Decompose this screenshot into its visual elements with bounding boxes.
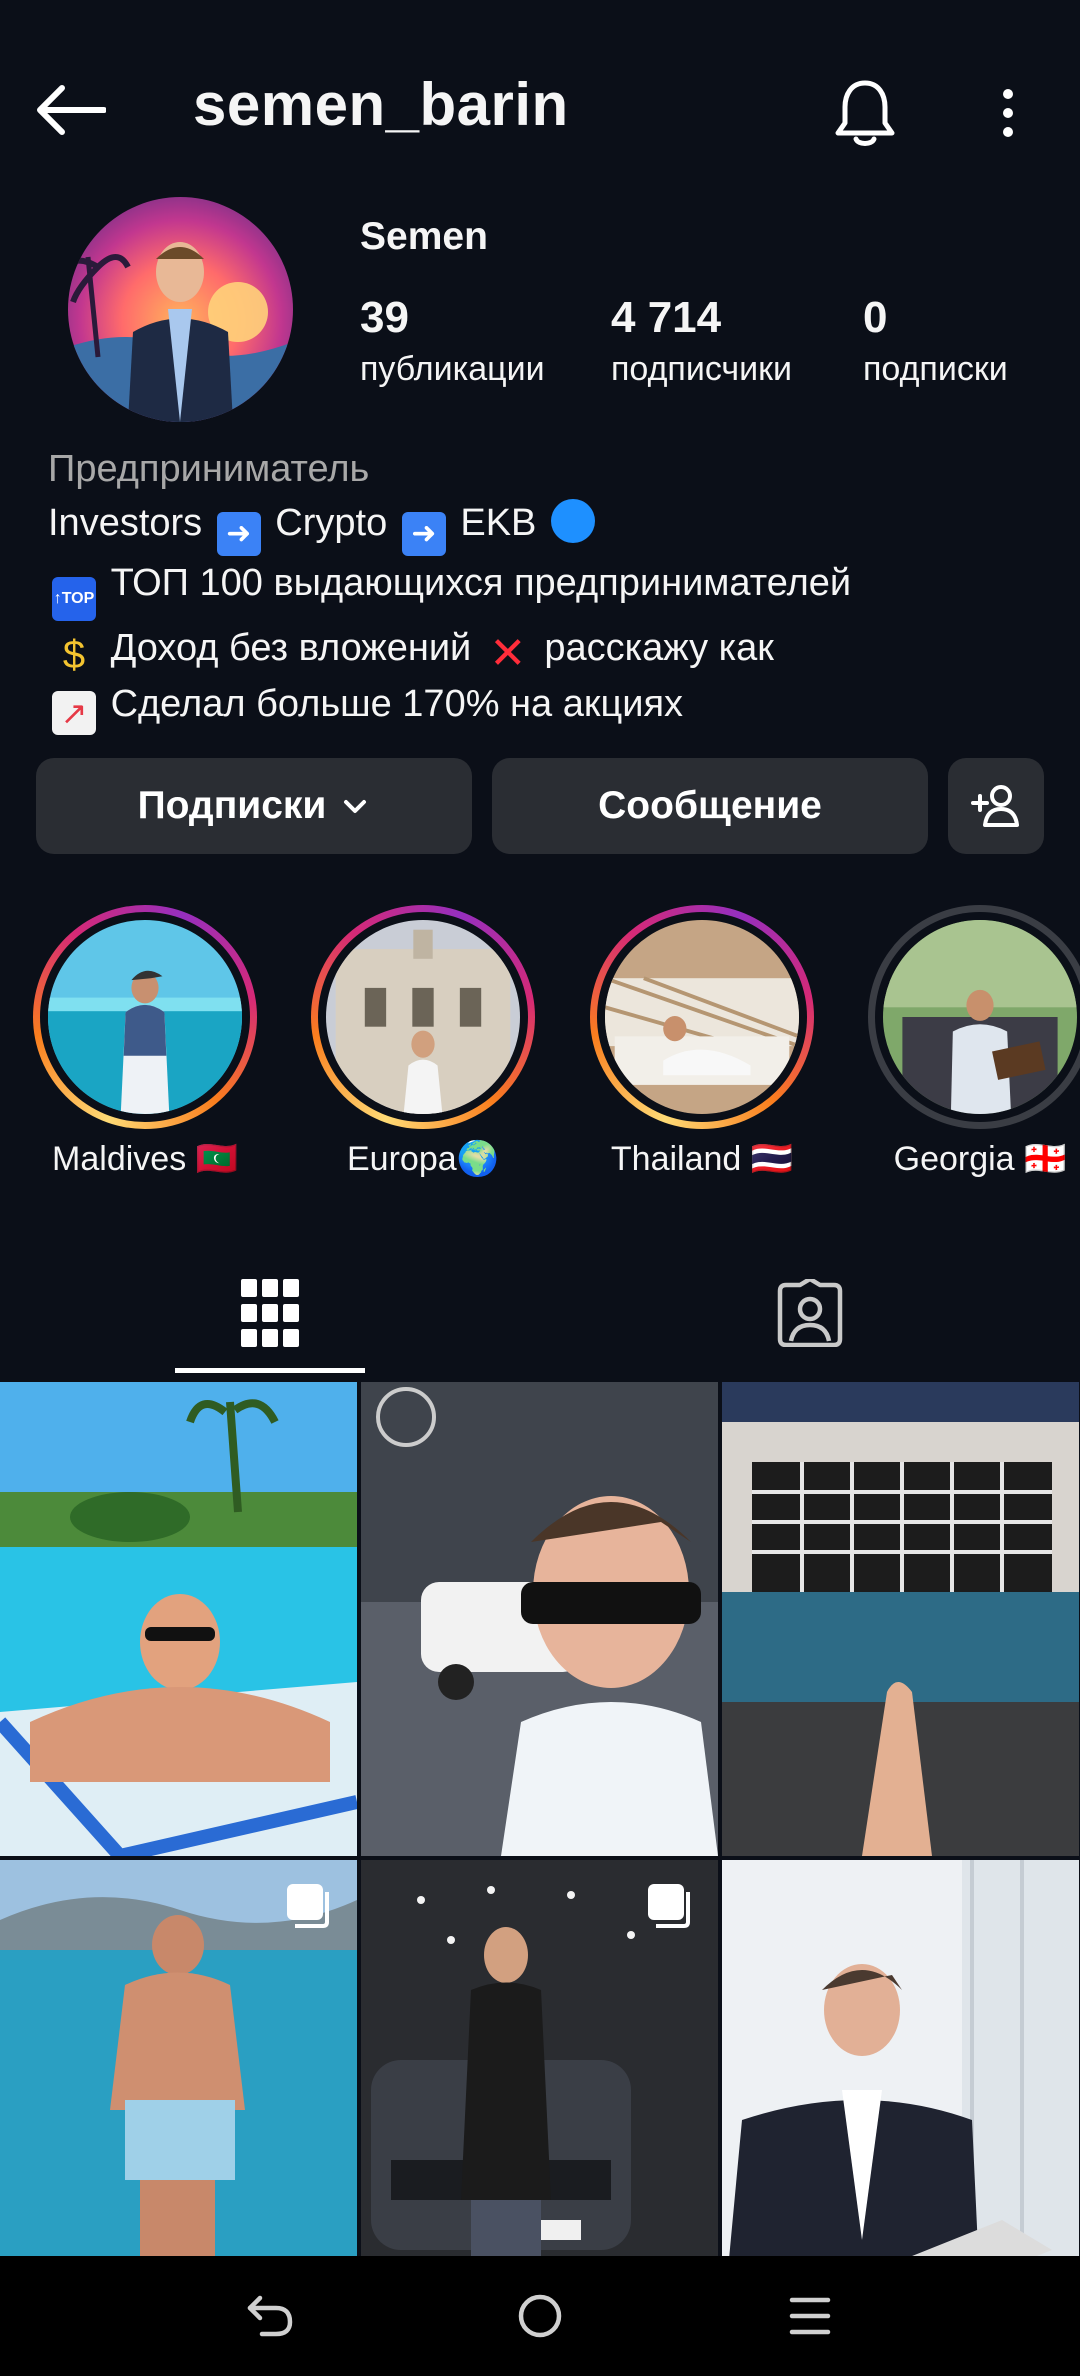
- recents-menu-icon: [789, 2297, 831, 2335]
- following-button-label: Подписки: [137, 784, 327, 827]
- highlight-thumbnail: [883, 920, 1077, 1114]
- posts-label: публикации: [360, 350, 545, 388]
- bio-line-4: ↗ Сделал больше 170% на акциях: [48, 677, 1048, 735]
- bio-category: Предприниматель: [48, 448, 370, 490]
- tab-tagged[interactable]: [540, 1250, 1080, 1375]
- right-arrow-emoji-icon: ➜: [401, 512, 446, 556]
- followers-value: 4 714: [611, 293, 722, 342]
- message-button[interactable]: Сообщение: [492, 758, 928, 854]
- bio-text: ТОП 100 выдающихся предпринимателей: [110, 562, 852, 604]
- home-circle-icon: [518, 2294, 562, 2338]
- active-tab-indicator: [175, 1368, 365, 1373]
- highlight-maldives[interactable]: Maldives 🇲🇻: [33, 905, 263, 1179]
- bio-text: Доход без вложений: [110, 627, 472, 669]
- right-arrow-emoji-icon: ➜: [216, 512, 261, 556]
- highlight-ring: [868, 905, 1080, 1129]
- message-button-label: Сообщение: [598, 784, 822, 827]
- bio-text: Investors: [48, 502, 203, 544]
- notifications-button[interactable]: [820, 68, 910, 158]
- highlight-label: Georgia 🇬🇪: [893, 1140, 1067, 1178]
- back-gesture-icon: [247, 2295, 293, 2337]
- posts-count[interactable]: 39 публикации: [360, 292, 545, 392]
- highlight-label: Maldives 🇲🇻: [52, 1140, 238, 1178]
- nav-recents-button[interactable]: [750, 2276, 870, 2356]
- bio-text: расскажу как: [544, 627, 774, 669]
- more-vertical-icon: [1003, 89, 1013, 137]
- following-count[interactable]: 0 подписки: [863, 292, 1008, 392]
- chart-up-emoji-icon: ↗: [52, 691, 96, 735]
- chevron-down-icon: [344, 800, 367, 813]
- highlight-ring: [590, 905, 814, 1129]
- profile-actions: Подписки Сообщение: [36, 758, 1044, 854]
- grid-icon: [241, 1278, 299, 1347]
- post-thumbnail[interactable]: [0, 1382, 357, 1856]
- more-options-button[interactable]: [975, 68, 1041, 158]
- display-name: Semen: [360, 215, 488, 258]
- highlight-ring: [33, 905, 257, 1129]
- suggested-users-button[interactable]: [948, 758, 1044, 854]
- profile-username: semen_barin: [193, 71, 569, 138]
- following-value: 0: [863, 293, 888, 342]
- highlight-thumbnail: [48, 920, 242, 1114]
- nav-back-button[interactable]: [210, 2276, 330, 2356]
- bio-text: Сделал больше 170% на акциях: [110, 683, 684, 725]
- top-bar: semen_barin: [0, 0, 1080, 215]
- back-button[interactable]: [30, 70, 110, 150]
- following-dropdown-button[interactable]: Подписки: [36, 758, 472, 854]
- highlight-europa[interactable]: Europa🌍: [311, 905, 541, 1179]
- highlight-ring: [311, 905, 535, 1129]
- highlight-label: Europa🌍: [347, 1140, 499, 1178]
- followers-count[interactable]: 4 714 подписчики: [611, 292, 792, 392]
- bio-line-3: $ Доход без вложений ✕ расскажу как: [48, 621, 1048, 677]
- posts-value: 39: [360, 293, 409, 342]
- profile-tabs: [0, 1250, 1080, 1375]
- system-navigation-bar: [0, 2256, 1080, 2376]
- nav-home-button[interactable]: [480, 2276, 600, 2356]
- tagged-person-icon: [777, 1278, 843, 1347]
- bio-text: EKB: [460, 502, 537, 544]
- post-thumbnail[interactable]: [361, 1382, 718, 1856]
- following-label: подписки: [863, 350, 1008, 388]
- money-bag-emoji-icon: $: [62, 633, 86, 677]
- post-thumbnail[interactable]: [722, 1382, 1079, 1856]
- highlight-thumbnail: [326, 920, 520, 1114]
- profile-avatar[interactable]: [68, 197, 293, 422]
- top-emoji-icon: ↑TOP: [52, 577, 96, 621]
- tab-posts-grid[interactable]: [0, 1250, 540, 1375]
- multiple-images-icon: [287, 1884, 329, 1928]
- add-person-icon: [971, 785, 1019, 827]
- highlight-label: Thailand 🇹🇭: [610, 1140, 794, 1178]
- highlight-thailand[interactable]: Thailand 🇹🇭: [590, 905, 820, 1179]
- followers-label: подписчики: [611, 350, 793, 388]
- bio-line-2: ↑TOP ТОП 100 выдающихся предпринимателей: [48, 556, 1048, 621]
- bell-icon: [835, 80, 895, 146]
- highlight-thumbnail: [604, 920, 800, 1114]
- multiple-images-icon: [648, 1884, 690, 1928]
- globe-emoji-icon: [550, 499, 595, 543]
- bio-text: Crypto: [275, 502, 388, 544]
- cross-mark-emoji-icon: ✕: [489, 629, 527, 678]
- highlight-georgia[interactable]: Georgia 🇬🇪: [868, 905, 1080, 1179]
- arrow-left-icon: [37, 85, 106, 135]
- bio-line-1: Investors ➜ Crypto ➜ EKB: [48, 496, 1048, 556]
- profile-bio: Предприниматель Investors ➜ Crypto ➜ EKB…: [48, 442, 1048, 735]
- story-highlights: Maldives 🇲🇻 Europa🌍 Thailand 🇹🇭 Georgia …: [0, 905, 1080, 1195]
